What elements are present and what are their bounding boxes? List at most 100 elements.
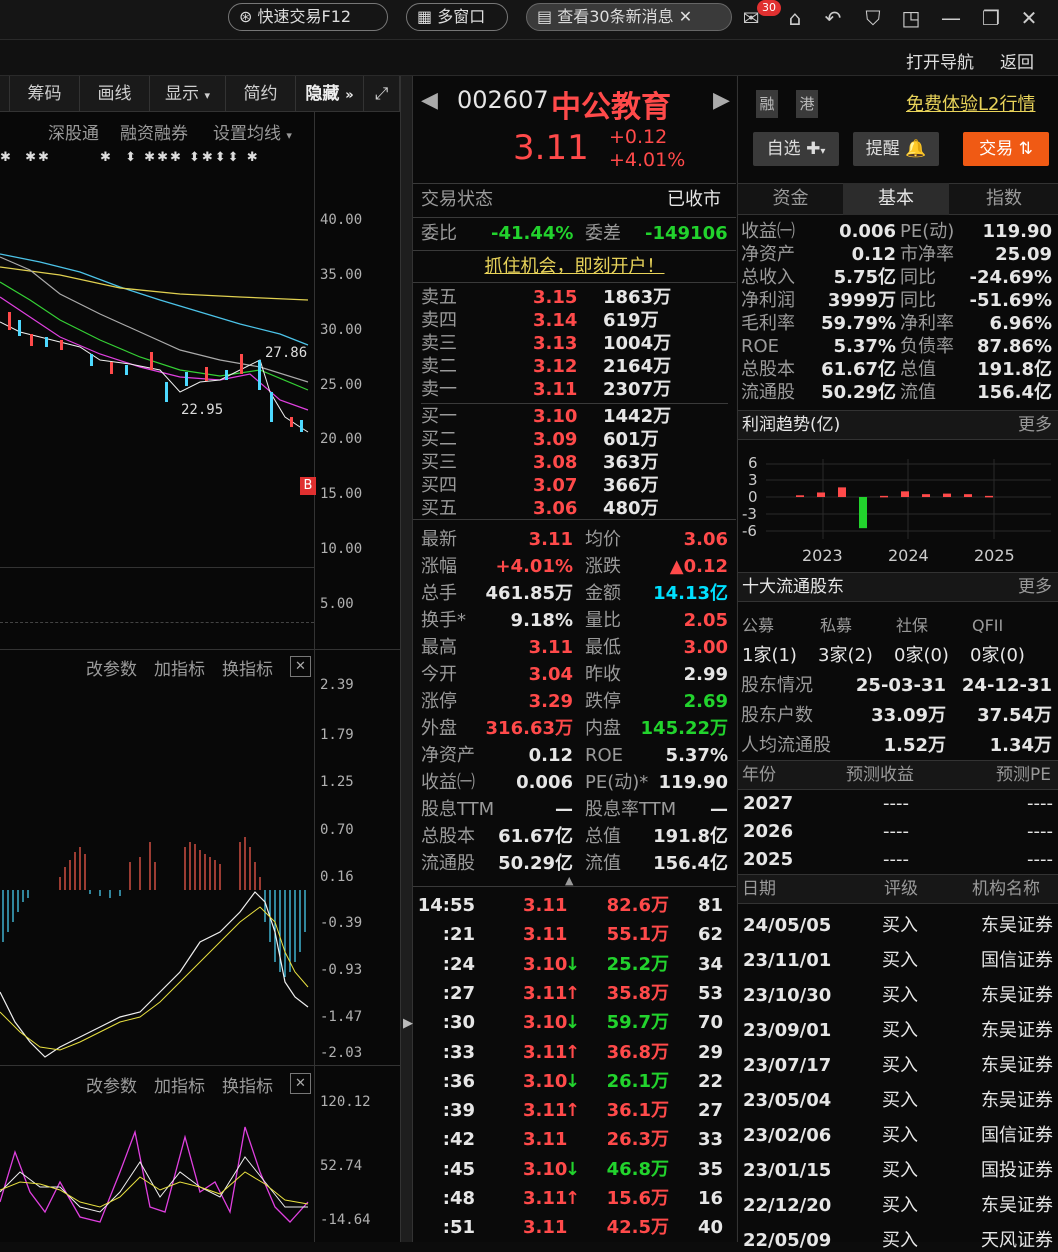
ask-label: 卖四 (421, 310, 457, 331)
rating-row[interactable]: 23/02/06 买入 国信证券 (738, 1124, 1058, 1147)
profit-more-link[interactable]: 更多 (1018, 411, 1052, 439)
shirt-icon[interactable]: ⛉ (861, 6, 885, 30)
back-link[interactable]: 返回 (1000, 48, 1034, 73)
bid-row[interactable]: 买三 3.08 363万 (413, 451, 736, 474)
close-window-icon[interactable]: ✕ (1017, 6, 1041, 30)
restore-small-icon[interactable]: ◳ (899, 6, 923, 30)
bid-price: 3.08 (533, 452, 578, 473)
price-tick: 15.00 (320, 486, 363, 502)
quote-row: 股息TTM — 股息率TTM — (413, 798, 736, 821)
close-icon[interactable]: ✕ (679, 7, 692, 26)
simple-button[interactable]: 简约 (226, 76, 296, 112)
ask-row[interactable]: 卖一 3.11 2307万 (413, 378, 736, 401)
kdj-close-icon[interactable]: ✕ (290, 1073, 311, 1094)
rating-row[interactable]: 24/05/05 买入 东吴证券 (738, 914, 1058, 937)
tick-row: :42 3.11 26.3万 33 (413, 1128, 736, 1151)
prev-stock-icon[interactable]: ◀ (421, 88, 438, 113)
minimize-icon[interactable]: — (939, 6, 963, 30)
hk-connect-link[interactable]: 深股通 (48, 119, 99, 144)
next-stock-icon[interactable]: ▶ (713, 88, 730, 113)
trade-status-value: 已收市 (667, 189, 721, 210)
rating-row[interactable]: 22/05/09 买入 天风证券 (738, 1229, 1058, 1252)
title-bar: ⊛ 快速交易F12 ▦ 多窗口 ▤ 查看30条新消息 ✕ ✉ 30 ⌂ ↶ ⛉ … (0, 0, 1058, 40)
quote-value: 2.05 (683, 610, 728, 631)
bid-row[interactable]: 买四 3.07 366万 (413, 474, 736, 497)
rating-row[interactable]: 23/09/01 买入 东吴证券 (738, 1019, 1058, 1042)
tab-funds[interactable]: 资金 (738, 183, 843, 215)
high-label: 27.86 (265, 345, 307, 361)
kdj-switch-link[interactable]: 换指标 (222, 1072, 273, 1097)
home-icon[interactable]: ⌂ (783, 6, 807, 30)
rating-org: 东吴证券 (981, 985, 1053, 1006)
fund-value: -24.69% (969, 267, 1052, 288)
tab-basic[interactable]: 基本 (843, 183, 949, 215)
messages-button[interactable]: ▤ 查看30条新消息 ✕ (526, 3, 732, 31)
ask-row[interactable]: 卖四 3.14 619万 (413, 309, 736, 332)
quote-value: 14.13亿 (653, 583, 728, 604)
bid-row[interactable]: 买一 3.10 1442万 (413, 405, 736, 428)
margin-tag[interactable]: 融 (756, 90, 778, 118)
nav-bar: 打开导航 返回 (0, 40, 1058, 76)
display-button[interactable]: 显示 ▾ (150, 76, 226, 112)
trade-button[interactable]: 交易 ⇅ (963, 132, 1049, 166)
undo-icon[interactable]: ↶ (821, 6, 845, 30)
bid-row[interactable]: 买二 3.09 601万 (413, 428, 736, 451)
draw-button[interactable]: 画线 (80, 76, 150, 112)
panel-splitter[interactable]: ▶ (400, 76, 413, 1242)
event-markers: ✱ ✱✱ ✱ ⬍ ✱✱✱ ⬍✱⬍⬍ ✱ (0, 150, 260, 165)
maximize-icon[interactable]: ❐ (979, 6, 1003, 30)
quote-value: 119.90 (658, 772, 728, 793)
rating-row[interactable]: 23/10/30 买入 东吴证券 (738, 984, 1058, 1007)
ma-settings-link[interactable]: 设置均线 ▾ (213, 119, 292, 144)
macd-switch-link[interactable]: 换指标 (222, 655, 273, 680)
kline-chart-area[interactable]: 深股通 融资融券 设置均线 ▾ ✱ ✱✱ ✱ ⬍ ✱✱✱ ⬍✱⬍⬍ ✱ 40.0… (0, 112, 400, 1242)
rating-row[interactable]: 23/07/17 买入 东吴证券 (738, 1054, 1058, 1077)
tab-index[interactable]: 指数 (949, 183, 1058, 215)
holder-value: 1.34万 (989, 735, 1052, 756)
profit-bar (859, 497, 867, 529)
fundamental-row: 毛利率 59.79% 净利率 6.96% (738, 312, 1058, 335)
price-tick: 25.00 (320, 377, 363, 393)
rating-row[interactable]: 22/12/20 买入 东吴证券 (738, 1194, 1058, 1217)
top-holders-title: 十大流通股东 (742, 577, 844, 597)
hide-button[interactable]: 隐藏 » (296, 76, 364, 112)
holder-row: 股东户数 33.09万 37.54万 (738, 704, 1058, 727)
rating-row[interactable]: 23/01/15 买入 国投证券 (738, 1159, 1058, 1182)
ask-row[interactable]: 卖五 3.15 1863万 (413, 286, 736, 309)
rating-row[interactable]: 23/11/01 买入 国信证券 (738, 949, 1058, 972)
quote-row: 总手 461.85万 金额 14.13亿 (413, 582, 736, 605)
bid-row[interactable]: 买五 3.06 480万 (413, 497, 736, 520)
chips-button[interactable]: 筹码 (10, 76, 80, 112)
kdj-params-link[interactable]: 改参数 (86, 1072, 137, 1097)
collapse-arrow-icon[interactable]: ▶ (403, 1016, 413, 1031)
grid-icon: ▦ (417, 7, 433, 26)
quick-trade-button[interactable]: ⊛ 快速交易F12 (228, 3, 388, 31)
tick-row: :33 3.11 ↑ 36.8万 29 (413, 1041, 736, 1064)
holders-more-link[interactable]: 更多 (1018, 573, 1052, 601)
hk-tag[interactable]: 港 (796, 90, 818, 118)
macd-params-link[interactable]: 改参数 (86, 655, 137, 680)
caret-down-icon: ▾ (204, 89, 210, 102)
caret-down-icon: ▾ (820, 146, 826, 157)
l2-trial-link[interactable]: 免费体验L2行情 (906, 90, 1035, 116)
margin-link[interactable]: 融资融券 (120, 119, 188, 144)
profit-bar (796, 495, 804, 497)
multi-window-button[interactable]: ▦ 多窗口 (406, 3, 508, 31)
kdj-tick: 120.12 (320, 1094, 371, 1110)
watchlist-button[interactable]: 自选 ✚▾ (753, 132, 839, 166)
macd-tick: 1.25 (320, 774, 354, 790)
profit-ytick: -3 (742, 505, 757, 523)
kdj-add-link[interactable]: 加指标 (154, 1072, 205, 1097)
alert-button[interactable]: 提醒 🔔 (853, 132, 939, 166)
open-nav-link[interactable]: 打开导航 (906, 48, 974, 73)
ask-row[interactable]: 卖二 3.12 2164万 (413, 355, 736, 378)
holder-row: 人均流通股 1.52万 1.34万 (738, 734, 1058, 757)
bid-volume: 480万 (603, 498, 659, 519)
fullscreen-icon[interactable]: ⤢ (364, 76, 400, 112)
rating-row[interactable]: 23/05/04 买入 东吴证券 (738, 1089, 1058, 1112)
ask-row[interactable]: 卖三 3.13 1004万 (413, 332, 736, 355)
open-account-promo[interactable]: 抓住机会，即刻开户！ (485, 256, 665, 277)
quote-value: 3.06 (683, 529, 728, 550)
macd-close-icon[interactable]: ✕ (290, 656, 311, 677)
macd-add-link[interactable]: 加指标 (154, 655, 205, 680)
